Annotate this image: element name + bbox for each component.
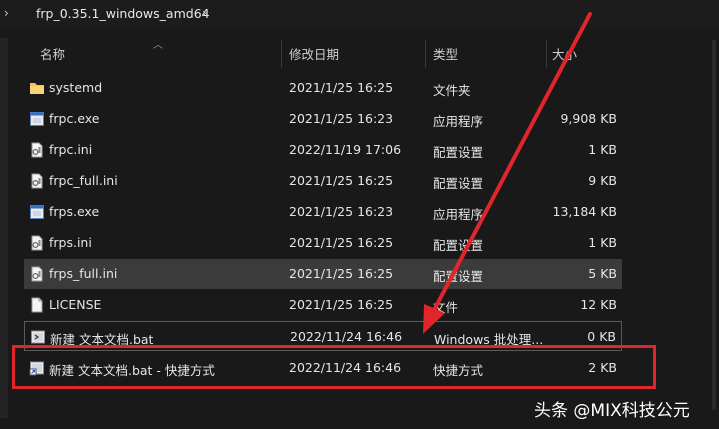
file-row[interactable]: frps_full.ini 2021/1/25 16:25 配置设置 5 KB (24, 259, 622, 289)
chevron-right-icon[interactable]: › (202, 6, 207, 20)
file-modified-date: 2021/1/25 16:25 (289, 80, 394, 95)
file-row[interactable]: frps.ini 2021/1/25 16:25 配置设置 1 KB (24, 228, 622, 258)
file-name: frps_full.ini (49, 266, 118, 281)
column-divider[interactable] (546, 40, 547, 68)
file-name: frpc.ini (49, 142, 93, 157)
folder-icon (29, 80, 45, 96)
chevron-right-icon[interactable]: › (4, 6, 9, 20)
file-row[interactable]: frpc_full.ini 2021/1/25 16:25 配置设置 9 KB (24, 166, 622, 196)
file-type: 配置设置 (433, 145, 484, 160)
file-size: 12 KB (580, 297, 617, 312)
file-row[interactable]: systemd 2021/1/25 16:25 文件夹 (24, 73, 622, 103)
file-type: 配置设置 (433, 269, 484, 284)
bat-icon (30, 329, 46, 345)
file-modified-date: 2021/1/25 16:25 (289, 173, 394, 188)
ini-icon (29, 173, 45, 189)
file-row[interactable]: LICENSE 2021/1/25 16:25 文件 12 KB (24, 290, 622, 320)
exe-icon (29, 111, 45, 127)
file-modified-date: 2021/1/25 16:25 (289, 235, 394, 250)
column-header-size[interactable]: 大小 (552, 44, 577, 68)
exe-icon (29, 204, 45, 220)
column-header-name[interactable]: 名称 (40, 44, 65, 68)
file-type: 应用程序 (433, 207, 484, 222)
file-name: frpc_full.ini (49, 173, 118, 188)
file-row[interactable]: frpc.exe 2021/1/25 16:23 应用程序 9,908 KB (24, 104, 622, 134)
file-modified-date: 2022/11/24 16:46 (290, 329, 403, 344)
file-type: 文件 (433, 300, 459, 315)
ini-icon (29, 142, 45, 158)
file-size: 9 KB (588, 173, 617, 188)
file-size: 1 KB (588, 235, 617, 250)
file-modified-date: 2021/1/25 16:25 (289, 297, 394, 312)
file-modified-date: 2021/1/25 16:23 (289, 111, 394, 126)
column-divider[interactable] (281, 40, 282, 68)
file-type: 配置设置 (433, 176, 484, 191)
file-modified-date: 2021/1/25 16:23 (289, 204, 394, 219)
file-size: 5 KB (588, 266, 617, 281)
sort-indicator-icon: ︿ (153, 40, 163, 51)
highlight-box (12, 345, 656, 389)
scrollbar[interactable] (712, 40, 716, 410)
file-name: frpc.exe (49, 111, 100, 126)
address-bar[interactable]: › frp_0.35.1_windows_amd64 › (0, 0, 719, 28)
file-size: 0 KB (587, 329, 616, 344)
file-icon (29, 297, 45, 313)
file-name: systemd (49, 80, 103, 95)
ini-icon (29, 235, 45, 251)
column-header-type[interactable]: 类型 (433, 44, 458, 68)
file-row[interactable]: frpc.ini 2022/11/19 17:06 配置设置 1 KB (24, 135, 622, 165)
file-size: 1 KB (588, 142, 617, 157)
breadcrumb-folder[interactable]: frp_0.35.1_windows_amd64 (36, 6, 210, 21)
column-header-date[interactable]: 修改日期 (289, 44, 339, 68)
ini-icon (29, 266, 45, 282)
file-name: LICENSE (49, 297, 102, 312)
file-modified-date: 2021/1/25 16:25 (289, 266, 394, 281)
file-row[interactable]: frps.exe 2021/1/25 16:23 应用程序 13,184 KB (24, 197, 622, 227)
nav-pane-edge (0, 38, 8, 418)
file-type: 文件夹 (433, 83, 471, 98)
file-size: 9,908 KB (560, 111, 617, 126)
file-modified-date: 2022/11/19 17:06 (289, 142, 402, 157)
file-size: 13,184 KB (552, 204, 617, 219)
file-type: 应用程序 (433, 114, 484, 129)
file-name: frps.exe (49, 204, 100, 219)
column-divider[interactable] (425, 40, 426, 68)
file-name: frps.ini (49, 235, 92, 250)
file-type: 配置设置 (433, 238, 484, 253)
watermark: 头条 @MIX科技公元 (534, 401, 690, 421)
